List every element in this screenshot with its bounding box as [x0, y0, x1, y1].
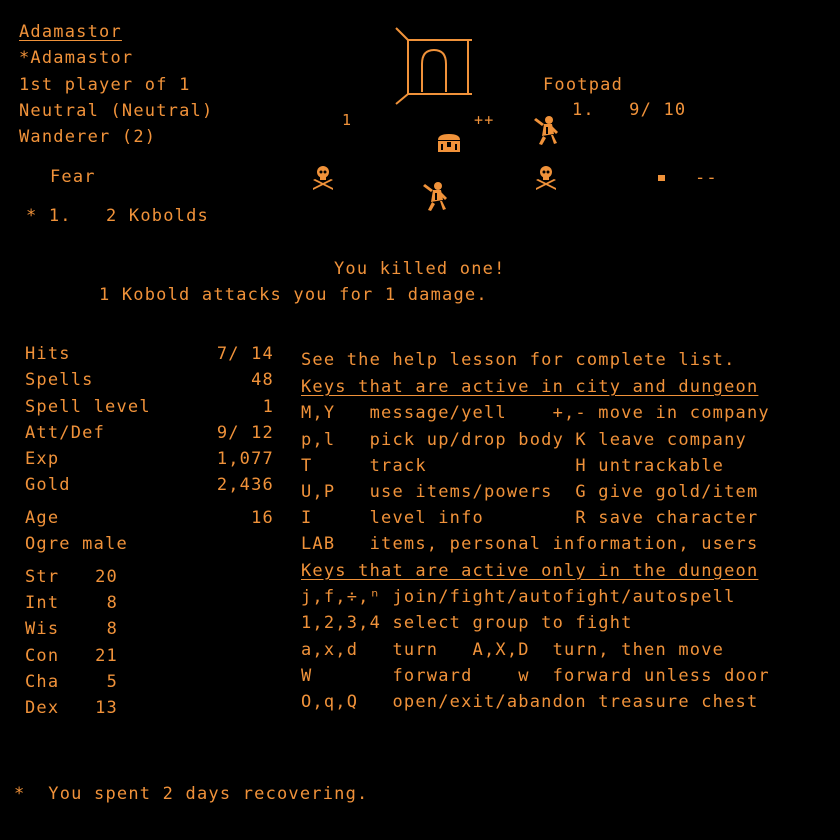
help-line: a,x,d turn A,X,D turn, then move [301, 640, 725, 660]
help-line: M,Y message/yell +,- move in company [301, 403, 770, 423]
archway-door-icon [392, 26, 474, 108]
attr-value-wis: 8 [106, 619, 118, 639]
attr-label-str: Str [25, 567, 60, 587]
attr-label-wis: Wis [25, 619, 60, 639]
stat-label-age: Age [25, 508, 60, 528]
wall-marker: ++ [474, 111, 495, 129]
stat-value-exp: 1,077 [216, 449, 274, 469]
attr-label-cha: Cha [25, 672, 60, 692]
monster-name: Footpad [543, 75, 624, 95]
stat-value-att-def: 9/ 12 [216, 423, 274, 443]
help-line: I level info R save character [301, 508, 759, 528]
stat-value-gold: 2,436 [216, 475, 274, 495]
stat-value-spells: 48 [251, 370, 274, 390]
facing-marker: -- [695, 168, 718, 188]
message-line: You killed one! [334, 259, 506, 279]
compass-marker-icon [658, 175, 665, 181]
help-line: p,l pick up/drop body K leave company [301, 430, 747, 450]
attr-value-cha: 5 [106, 672, 118, 692]
help-heading-city: Keys that are active in city and dungeon [301, 377, 759, 397]
help-panel: See the help lesson for complete list. K… [0, 0, 840, 840]
attr-label-int: Int [25, 593, 60, 613]
attr-label-con: Con [25, 646, 60, 666]
attr-value-dex: 13 [95, 698, 118, 718]
stat-label-exp: Exp [25, 449, 60, 469]
stat-label-hits: Hits [25, 344, 71, 364]
skull-crossbones-icon [311, 164, 335, 192]
character-class: Wanderer (2) [19, 127, 157, 147]
help-line: O,q,Q open/exit/abandon treasure chest [301, 692, 759, 712]
game-screen: Adamastor *Adamastor 1st player of 1 Neu… [0, 0, 840, 840]
player-indicator: 1st player of 1 [19, 75, 191, 95]
message-line: 1 Kobold attacks you for 1 damage. [99, 285, 488, 305]
kobold-icon[interactable] [530, 114, 560, 146]
kobold-icon[interactable] [419, 180, 449, 212]
stat-label-att-def: Att/Def [25, 423, 106, 443]
help-line: j,f,÷,ⁿ join/fight/autofight/autospell [301, 587, 736, 607]
help-line: U,P use items/powers G give gold/item [301, 482, 759, 502]
condition-status: Fear [50, 167, 96, 187]
attr-value-str: 20 [95, 567, 118, 587]
help-intro: See the help lesson for complete list. [301, 350, 736, 370]
stat-label-spell-level: Spell level [25, 397, 151, 417]
help-line: W forward w forward unless door [301, 666, 770, 686]
attr-label-dex: Dex [25, 698, 60, 718]
help-heading-dungeon: Keys that are active only in the dungeon [301, 561, 759, 581]
status-message: * You spent 2 days recovering. [14, 784, 369, 804]
group-list-item[interactable]: * 1. 2 Kobolds [26, 206, 209, 226]
stat-label-gold: Gold [25, 475, 71, 495]
stat-value-hits: 7/ 14 [216, 344, 274, 364]
help-line: 1,2,3,4 select group to fight [301, 613, 633, 633]
help-line: LAB items, personal information, users [301, 534, 759, 554]
help-line: T track H untrackable [301, 456, 725, 476]
stat-label-spells: Spells [25, 370, 94, 390]
character-name: Adamastor [19, 22, 122, 42]
monster-count: 1. 9/ 10 [572, 100, 687, 120]
attr-value-int: 8 [106, 593, 118, 613]
attr-value-con: 21 [95, 646, 118, 666]
treasure-chest-icon[interactable] [436, 132, 462, 154]
distance-marker: 1 [342, 111, 353, 129]
alignment: Neutral (Neutral) [19, 101, 214, 121]
character-title: *Adamastor [19, 48, 134, 68]
race-gender: Ogre male [25, 534, 128, 554]
stat-value-age: 16 [251, 508, 274, 528]
stat-value-spell-level: 1 [262, 397, 274, 417]
skull-crossbones-icon [534, 164, 558, 192]
